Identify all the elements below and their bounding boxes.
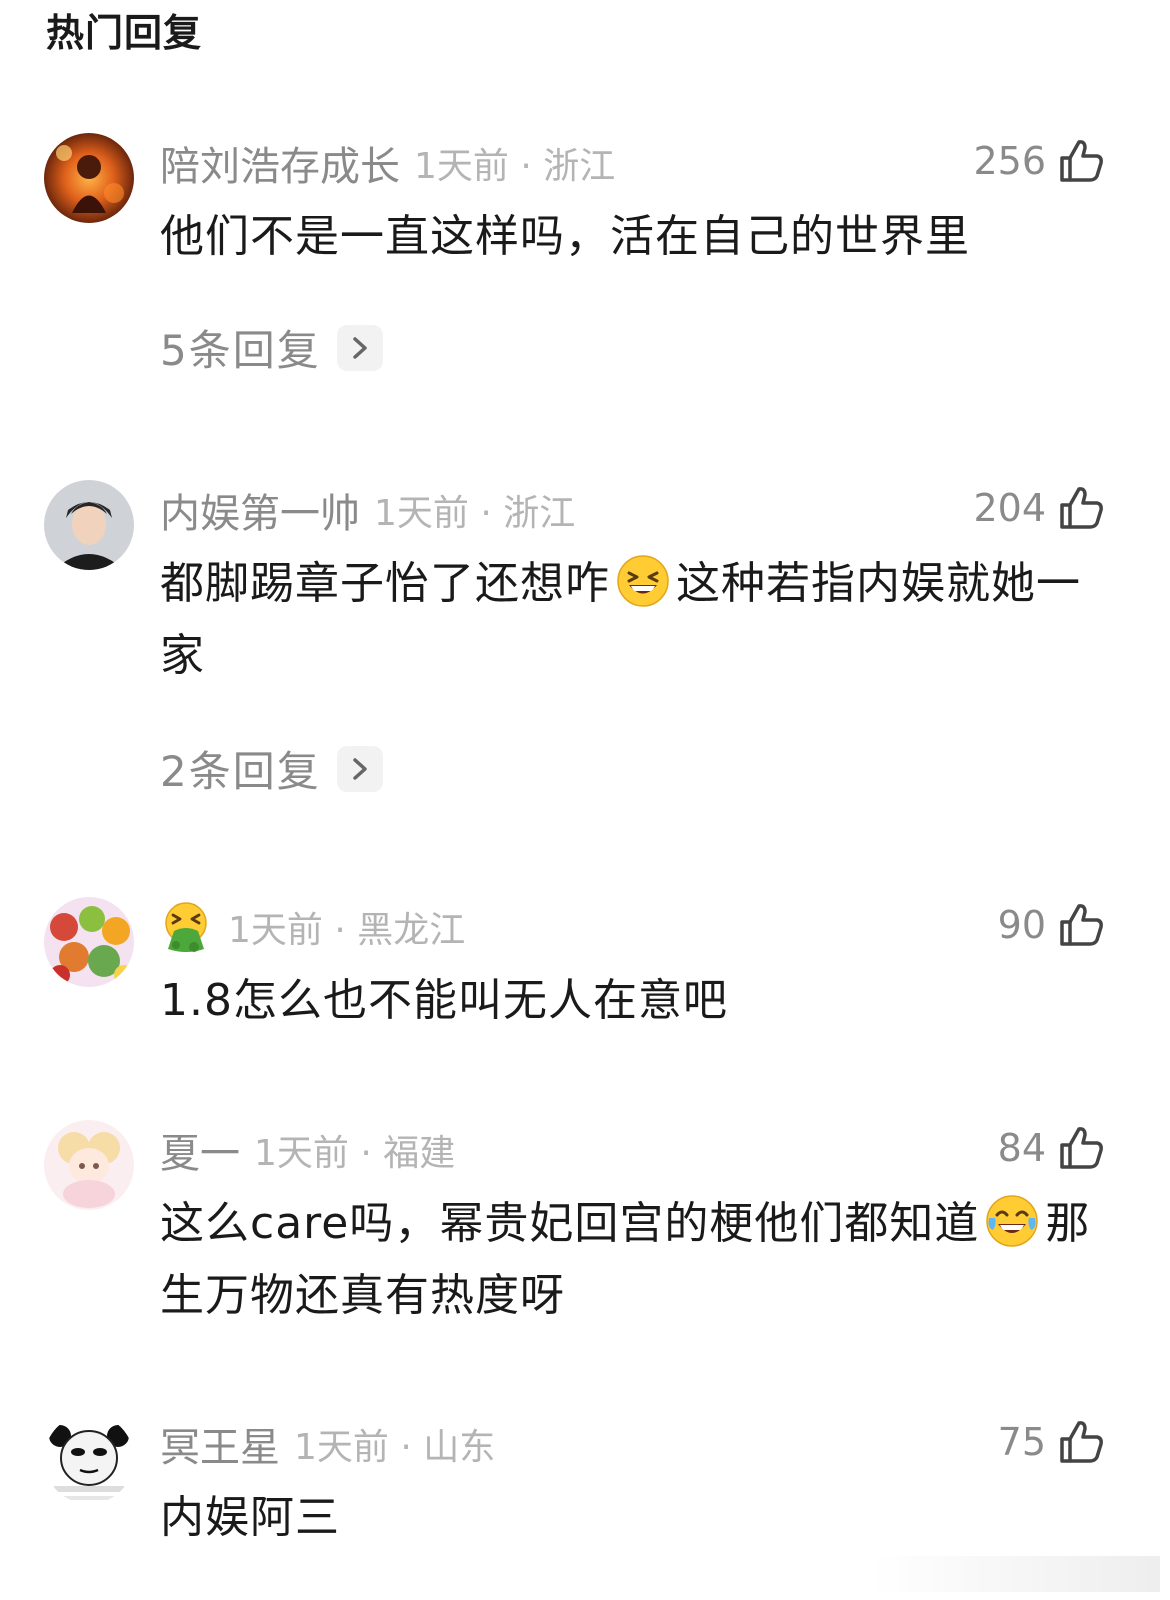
comment-text: 他们不是一直这样吗，活在自己的世界里 xyxy=(160,211,970,262)
avatar[interactable] xyxy=(44,1414,134,1504)
section-title: 热门回复 xyxy=(46,11,203,55)
replies-label: 5条回复 xyxy=(160,326,321,375)
time-location: 1天前 · 山东 xyxy=(294,1427,496,1468)
like-button[interactable]: 256 xyxy=(973,133,1106,189)
like-count: 204 xyxy=(973,486,1046,530)
vomiting-face-emoji-icon[interactable] xyxy=(160,901,212,953)
thumbs-up-icon xyxy=(1060,1421,1103,1463)
comment-text-part: 都脚踢章子怡了还想咋 xyxy=(160,558,610,609)
username[interactable]: 内娱第一帅 xyxy=(160,481,360,539)
avatar[interactable] xyxy=(44,133,134,223)
avatar[interactable] xyxy=(44,897,134,987)
thumbs-up-icon xyxy=(1060,487,1103,529)
thumbs-up-icon xyxy=(1060,1127,1103,1169)
avatar[interactable] xyxy=(44,480,134,570)
comment-item: 1天前 · 黑龙江 90 1.8怎么也不能叫无人在意吧 xyxy=(0,897,1170,1037)
comment-text-part: 这么care吗，幂贵妃回宫的梗他们都知道 xyxy=(160,1198,980,1249)
like-button[interactable]: 84 xyxy=(998,1120,1106,1176)
time-location: 1天前 · 福建 xyxy=(254,1133,456,1174)
comment-item: 陪刘浩存成长 1天前 · 浙江 256 他们不是一直这样吗，活在自己的世界里 5… xyxy=(0,133,1170,383)
like-button[interactable]: 204 xyxy=(973,480,1106,536)
watermark xyxy=(870,1556,1160,1592)
comment-meta: 冥王星 1天前 · 山东 xyxy=(160,1416,495,1472)
like-button[interactable]: 90 xyxy=(998,897,1106,953)
thumbs-up-icon xyxy=(1060,140,1103,182)
like-count: 75 xyxy=(997,1420,1046,1464)
comment-item: 冥王星 1天前 · 山东 75 内娱阿三 xyxy=(0,1414,1170,1574)
chevron-right-icon xyxy=(336,324,383,371)
comment-meta: 内娱第一帅 1天前 · 浙江 xyxy=(160,482,575,538)
like-count: 90 xyxy=(997,903,1046,947)
comment-text: 这么care吗，幂贵妃回宫的梗他们都知道 那生万物还真有热度呀 xyxy=(160,1188,1110,1332)
time-location: 1天前 · 黑龙江 xyxy=(228,910,466,951)
comment-text: 1.8怎么也不能叫无人在意吧 xyxy=(160,975,728,1026)
view-replies-button[interactable]: 5条回复 xyxy=(160,317,383,378)
comment-text: 都脚踢章子怡了还想咋 这种若指内娱就她一家 xyxy=(160,548,1110,692)
chevron-right-icon xyxy=(336,745,383,792)
like-button[interactable]: 75 xyxy=(998,1414,1106,1470)
grinning-squint-emoji-icon xyxy=(617,555,669,607)
username[interactable]: 陪刘浩存成长 xyxy=(160,134,400,192)
comment-meta: 夏一 1天前 · 福建 xyxy=(160,1122,455,1178)
tears-of-joy-emoji-icon xyxy=(986,1195,1039,1247)
comment-item: 夏一 1天前 · 福建 84 这么care吗，幂贵妃回宫的梗他们都知道 那生万物… xyxy=(0,1120,1170,1340)
avatar[interactable] xyxy=(44,1120,134,1210)
like-count: 84 xyxy=(997,1126,1046,1170)
comment-meta: 陪刘浩存成长 1天前 · 浙江 xyxy=(160,135,615,191)
username[interactable]: 夏一 xyxy=(160,1121,240,1179)
username[interactable]: 冥王星 xyxy=(160,1415,280,1473)
thumbs-up-icon xyxy=(1060,904,1103,946)
comment-item: 内娱第一帅 1天前 · 浙江 204 都脚踢章子怡了还想咋 这种若指内娱就她一家… xyxy=(0,480,1170,800)
time-location: 1天前 · 浙江 xyxy=(374,493,576,534)
like-count: 256 xyxy=(973,139,1046,183)
comment-meta: 1天前 · 黑龙江 xyxy=(160,899,465,955)
replies-label: 2条回复 xyxy=(160,747,321,796)
comment-text: 内娱阿三 xyxy=(160,1492,340,1543)
view-replies-button[interactable]: 2条回复 xyxy=(160,738,383,799)
time-location: 1天前 · 浙江 xyxy=(414,146,616,187)
